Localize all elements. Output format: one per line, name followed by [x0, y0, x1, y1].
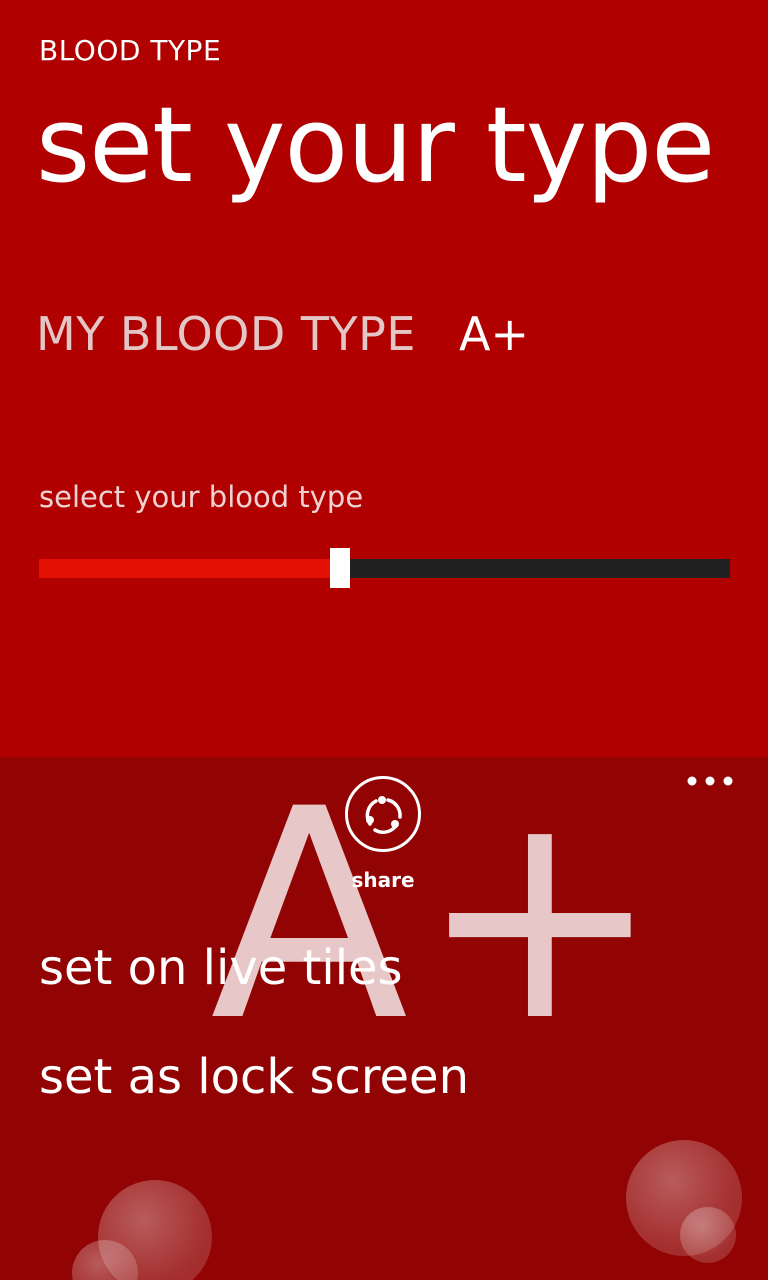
menu-item-lock-screen[interactable]: set as lock screen: [39, 1049, 469, 1105]
slider-thumb[interactable]: [329, 548, 350, 588]
bubble: [680, 1207, 736, 1263]
share-label: share: [351, 868, 415, 892]
page-title: set your type: [36, 84, 715, 206]
app-title: BLOOD TYPE: [39, 34, 222, 67]
blood-type-slider[interactable]: [39, 548, 730, 588]
blood-type-label: MY BLOOD TYPE: [36, 307, 416, 361]
slider-label: select your blood type: [39, 480, 364, 514]
share-button[interactable]: [345, 776, 421, 852]
share-icon: [365, 796, 402, 834]
slider-fill: [39, 559, 340, 578]
more-dots-icon[interactable]: [684, 768, 736, 794]
menu-item-live-tiles[interactable]: set on live tiles: [39, 940, 403, 996]
blood-type-row: MY BLOOD TYPE A+: [36, 307, 529, 367]
blood-type-value: A+: [459, 307, 530, 361]
big-blood-type: A+: [210, 748, 672, 1085]
